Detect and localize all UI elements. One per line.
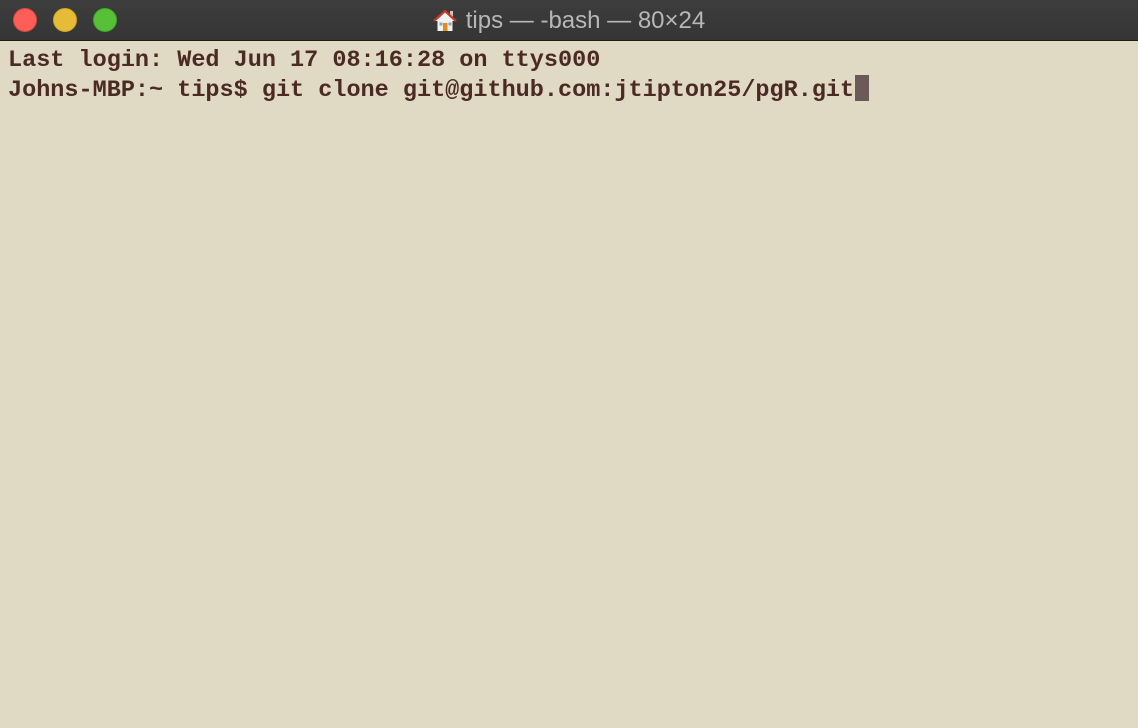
terminal-window: tips — -bash — 80×24 Last login: Wed Jun… <box>0 0 1138 728</box>
command-text: Johns-MBP:~ tips$ git clone git@github.c… <box>8 77 855 104</box>
text-cursor <box>855 75 870 101</box>
window-title-container: tips — -bash — 80×24 <box>0 0 1138 41</box>
terminal-line-last-login: Last login: Wed Jun 17 08:16:28 on ttys0… <box>8 47 601 74</box>
title-bar[interactable]: tips — -bash — 80×24 <box>0 0 1138 41</box>
terminal-line-command: Johns-MBP:~ tips$ git clone git@github.c… <box>8 75 1130 104</box>
terminal-content[interactable]: Last login: Wed Jun 17 08:16:28 on ttys0… <box>0 41 1138 728</box>
window-title: tips — -bash — 80×24 <box>465 6 706 34</box>
home-icon <box>433 9 457 33</box>
